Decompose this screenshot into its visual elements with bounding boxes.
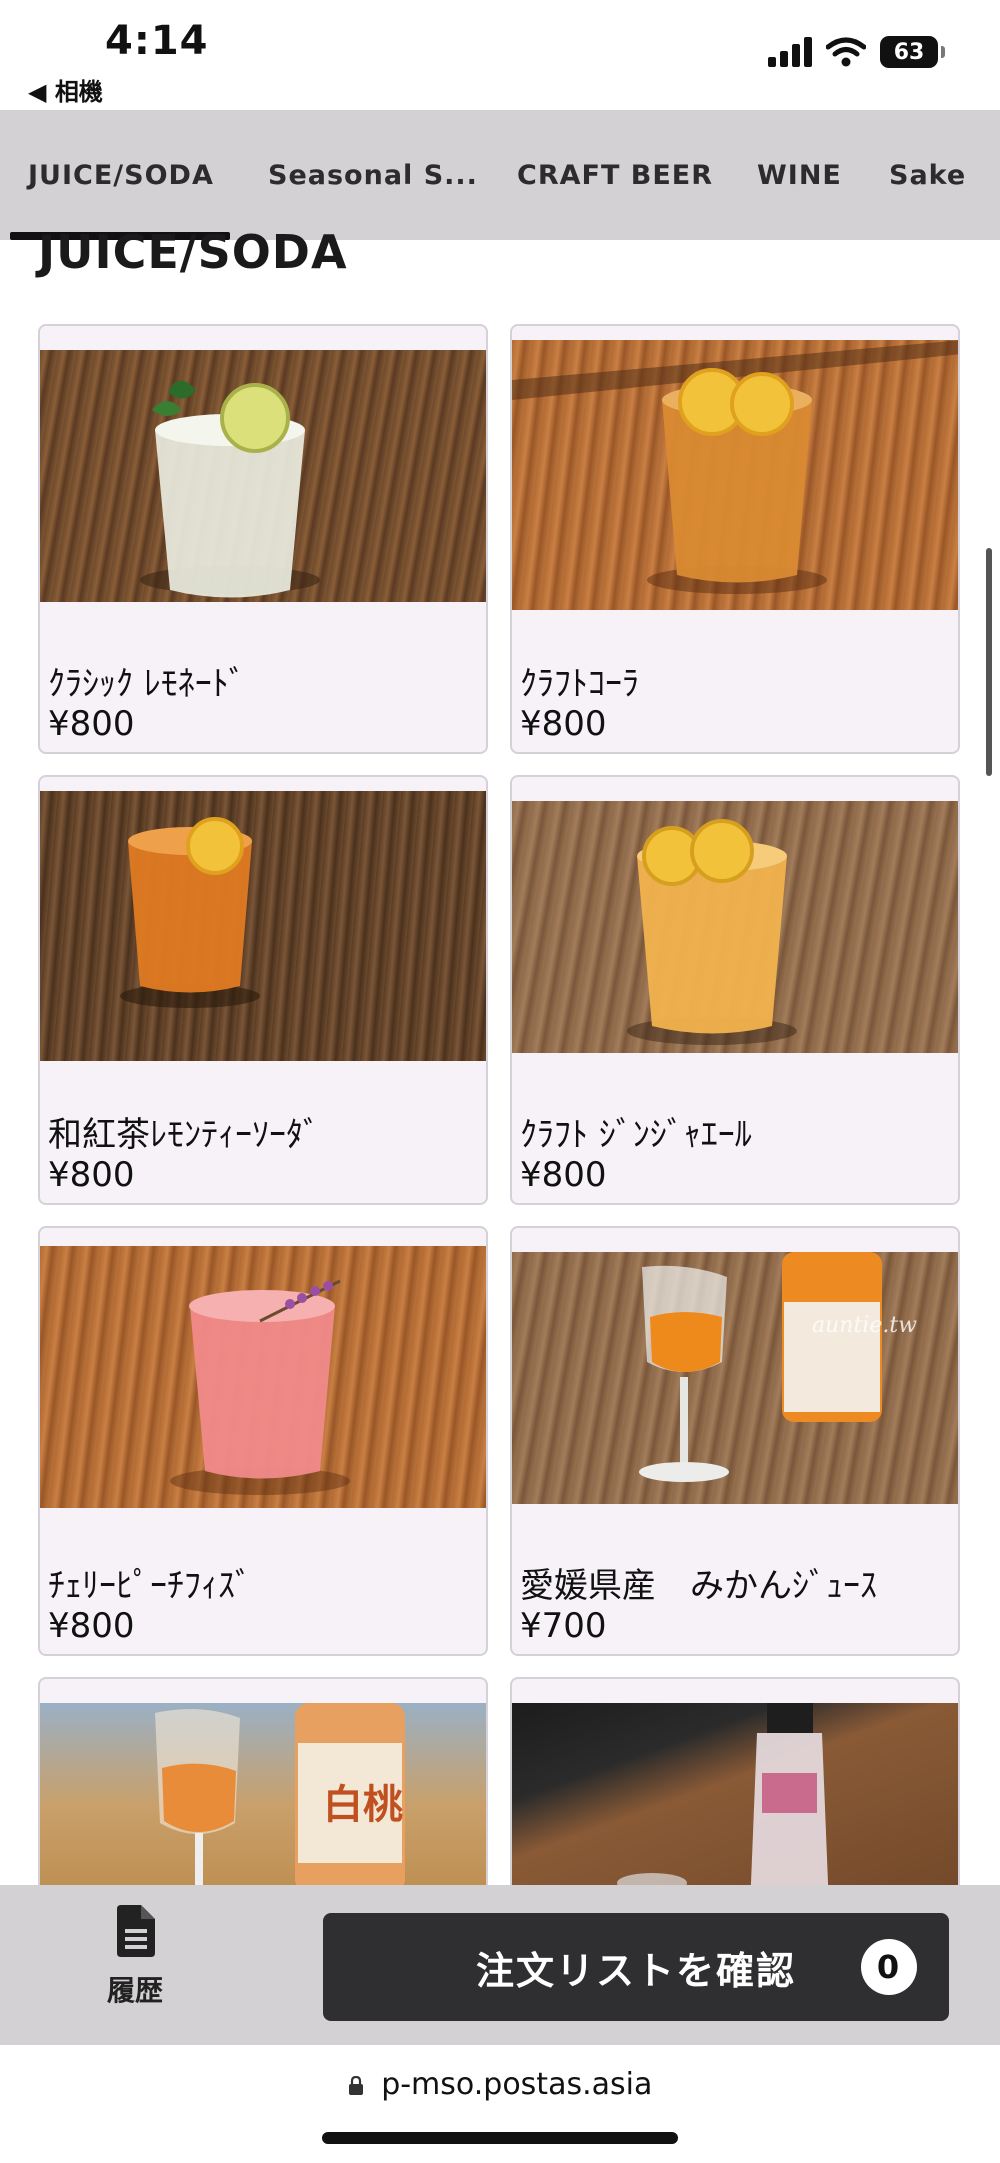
product-price: ¥800 [48,704,135,744]
signal-icon [768,37,812,67]
url-text: p-mso.postas.asia [381,2067,653,2102]
product-photo [40,791,486,1061]
product-name: ｸﾗｼｯｸ ﾚﾓﾈｰﾄﾞ [48,664,246,704]
product-name: ｸﾗﾌﾄ ｼﾞﾝｼﾞｬｴｰﾙ [520,1115,752,1155]
tab-wine[interactable]: WINE [757,160,842,191]
photo-watermark: auntie.tw [812,1313,917,1338]
status-icons: 63 [768,36,945,68]
product-photo [512,801,958,1053]
product-name: 和紅茶ﾚﾓﾝﾃｨｰｿｰﾀﾞ [48,1115,320,1155]
history-button[interactable]: 履歴 [95,1905,175,2009]
url-row: p-mso.postas.asia [0,2067,1000,2102]
tab-craft-beer[interactable]: CRAFT BEER [517,160,713,191]
product-card[interactable]: ｸﾗﾌﾄｺｰﾗ ¥800 [510,324,960,754]
product-name: ﾁｪﾘｰﾋﾟｰﾁﾌｨｽﾞ [48,1566,252,1606]
lock-icon [348,2075,363,2095]
wifi-icon [826,37,866,67]
status-time: 4:14 [105,18,209,64]
order-button-label: 注文リストを確認 [475,1948,796,1993]
product-name: ｸﾗﾌﾄｺｰﾗ [520,664,639,704]
view-order-list-button[interactable]: 注文リストを確認 0 [323,1913,949,2021]
product-card[interactable]: auntie.tw 愛媛県産 みかんｼﾞｭｰｽ ¥700 [510,1226,960,1656]
product-price: ¥700 [520,1606,607,1646]
tab-seasonal[interactable]: Seasonal S... [268,160,478,191]
product-name: 愛媛県産 みかんｼﾞｭｰｽ [520,1566,877,1606]
history-label: 履歴 [106,1974,163,2007]
back-to-app-link[interactable]: ◀ 相機 [28,72,103,107]
tab-juice-soda[interactable]: JUICE/SODA [28,160,214,191]
status-bar: 4:14 ◀ 相機 63 [0,0,1000,110]
scrollbar[interactable] [986,548,992,776]
document-icon [117,1905,155,1957]
browser-url-bar[interactable]: p-mso.postas.asia [0,2045,1000,2163]
product-card[interactable]: ｸﾗﾌﾄ ｼﾞﾝｼﾞｬｴｰﾙ ¥800 [510,775,960,1205]
product-card[interactable]: ﾁｪﾘｰﾋﾟｰﾁﾌｨｽﾞ ¥800 [38,1226,488,1656]
product-price: ¥800 [520,1155,607,1195]
order-count-badge: 0 [861,1939,917,1995]
product-photo [40,350,486,602]
section-title: JUICE/SODA [38,225,348,279]
product-photo: auntie.tw [512,1252,958,1504]
battery-icon: 63 [880,36,945,68]
product-card[interactable]: 和紅茶ﾚﾓﾝﾃｨｰｿｰﾀﾞ ¥800 [38,775,488,1205]
bottle-label-text: 白桃 [323,1781,403,1828]
category-tabs: JUICE/SODA Seasonal S... CRAFT BEER WINE… [0,110,1000,240]
home-indicator[interactable] [322,2132,678,2144]
product-price: ¥800 [48,1155,135,1195]
tab-sake[interactable]: Sake [889,160,966,191]
product-price: ¥800 [520,704,607,744]
product-photo [40,1246,486,1508]
product-price: ¥800 [48,1606,135,1646]
product-card[interactable]: ｸﾗｼｯｸ ﾚﾓﾈｰﾄﾞ ¥800 [38,324,488,754]
footer-action-bar: 履歴 注文リストを確認 0 [0,1885,1000,2045]
product-photo [512,340,958,610]
